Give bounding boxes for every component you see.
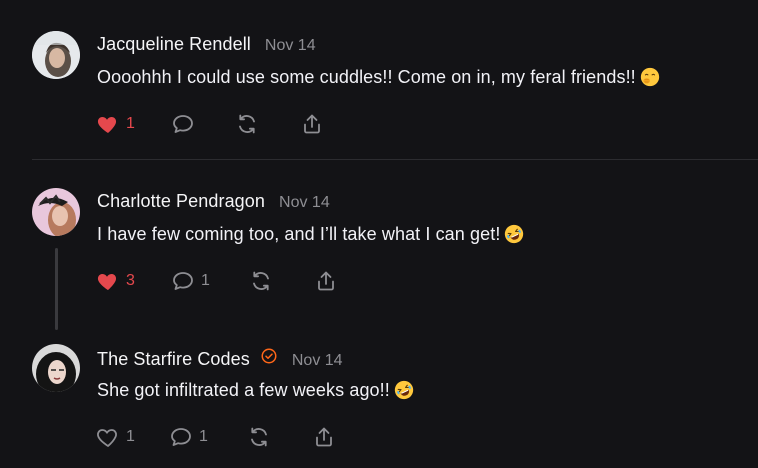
verified-badge-icon bbox=[261, 348, 277, 364]
avatar[interactable] bbox=[32, 344, 80, 392]
author-name[interactable]: Jacqueline Rendell bbox=[97, 34, 251, 55]
share-button[interactable] bbox=[312, 424, 336, 450]
reply-button[interactable]: 1 bbox=[169, 424, 208, 450]
comment-text: Oooohhh I could use some cuddles!! Come … bbox=[97, 67, 636, 87]
share-button[interactable] bbox=[300, 111, 324, 137]
like-button[interactable]: 1 bbox=[96, 424, 135, 450]
heart-outline-icon bbox=[96, 425, 120, 449]
heart-filled-icon bbox=[96, 269, 120, 293]
share-icon bbox=[300, 112, 324, 136]
repost-icon bbox=[235, 112, 259, 136]
repost-icon bbox=[249, 269, 273, 293]
rolling-on-the-floor-laughing-icon bbox=[504, 224, 524, 244]
comment-body: Oooohhh I could use some cuddles!! Come … bbox=[97, 67, 660, 88]
heart-filled-icon bbox=[96, 112, 120, 136]
thread-line bbox=[55, 248, 58, 330]
comment-body: She got infiltrated a few weeks ago!! bbox=[97, 380, 414, 401]
like-count: 1 bbox=[126, 428, 135, 445]
reply-count: 1 bbox=[199, 428, 208, 445]
avatar[interactable] bbox=[32, 188, 80, 236]
rolling-on-the-floor-laughing-icon bbox=[394, 380, 414, 400]
comment-text: She got infiltrated a few weeks ago!! bbox=[97, 380, 390, 400]
repost-icon bbox=[247, 425, 271, 449]
avatar[interactable] bbox=[32, 31, 80, 79]
comment-date[interactable]: Nov 14 bbox=[279, 194, 330, 212]
like-count: 1 bbox=[126, 115, 135, 132]
restack-button[interactable] bbox=[249, 268, 273, 294]
share-button[interactable] bbox=[314, 268, 338, 294]
comment-bubble-icon bbox=[171, 269, 195, 293]
comment-bubble-icon bbox=[171, 112, 195, 136]
reply-count: 1 bbox=[201, 272, 210, 289]
like-button[interactable]: 1 bbox=[96, 111, 135, 137]
comment-bubble-icon bbox=[169, 425, 193, 449]
comment-date[interactable]: Nov 14 bbox=[292, 352, 343, 370]
divider bbox=[32, 159, 758, 160]
restack-button[interactable] bbox=[235, 111, 259, 137]
reply-button[interactable]: 1 bbox=[171, 268, 210, 294]
like-count: 3 bbox=[126, 272, 135, 289]
author-name[interactable]: The Starfire Codes bbox=[97, 349, 250, 370]
comment-text: I have few coming too, and I’ll take wha… bbox=[97, 224, 501, 244]
author-name[interactable]: Charlotte Pendragon bbox=[97, 191, 265, 212]
share-icon bbox=[314, 269, 338, 293]
like-button[interactable]: 3 bbox=[96, 268, 135, 294]
face-with-hand-over-mouth-icon bbox=[640, 67, 660, 87]
comment-body: I have few coming too, and I’ll take wha… bbox=[97, 224, 524, 245]
restack-button[interactable] bbox=[247, 424, 271, 450]
share-icon bbox=[312, 425, 336, 449]
reply-button[interactable] bbox=[171, 111, 195, 137]
comment-date[interactable]: Nov 14 bbox=[265, 37, 316, 55]
